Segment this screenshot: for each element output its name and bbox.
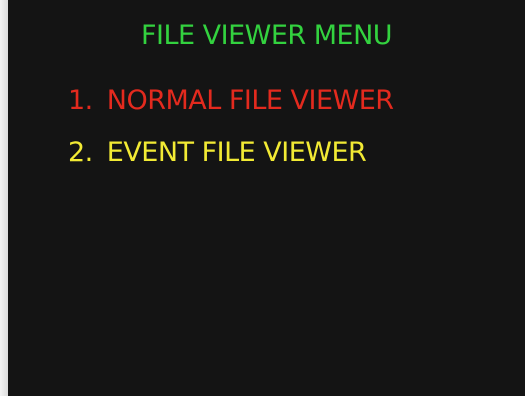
file-viewer-menu-screen: FILE VIEWER MENU 1. NORMAL FILE VIEWER 2.… [8, 0, 525, 396]
menu-item-label: EVENT FILE VIEWER [106, 137, 367, 168]
menu-item-label: NORMAL FILE VIEWER [106, 85, 394, 116]
menu-item-event-file-viewer[interactable]: 2. EVENT FILE VIEWER [68, 137, 367, 168]
menu-item-number: 1. [68, 85, 93, 116]
menu-item-number: 2. [68, 137, 93, 168]
menu-title: FILE VIEWER MENU [140, 20, 393, 51]
menu-item-normal-file-viewer[interactable]: 1. NORMAL FILE VIEWER [68, 85, 394, 116]
screen-bezel [0, 0, 8, 396]
